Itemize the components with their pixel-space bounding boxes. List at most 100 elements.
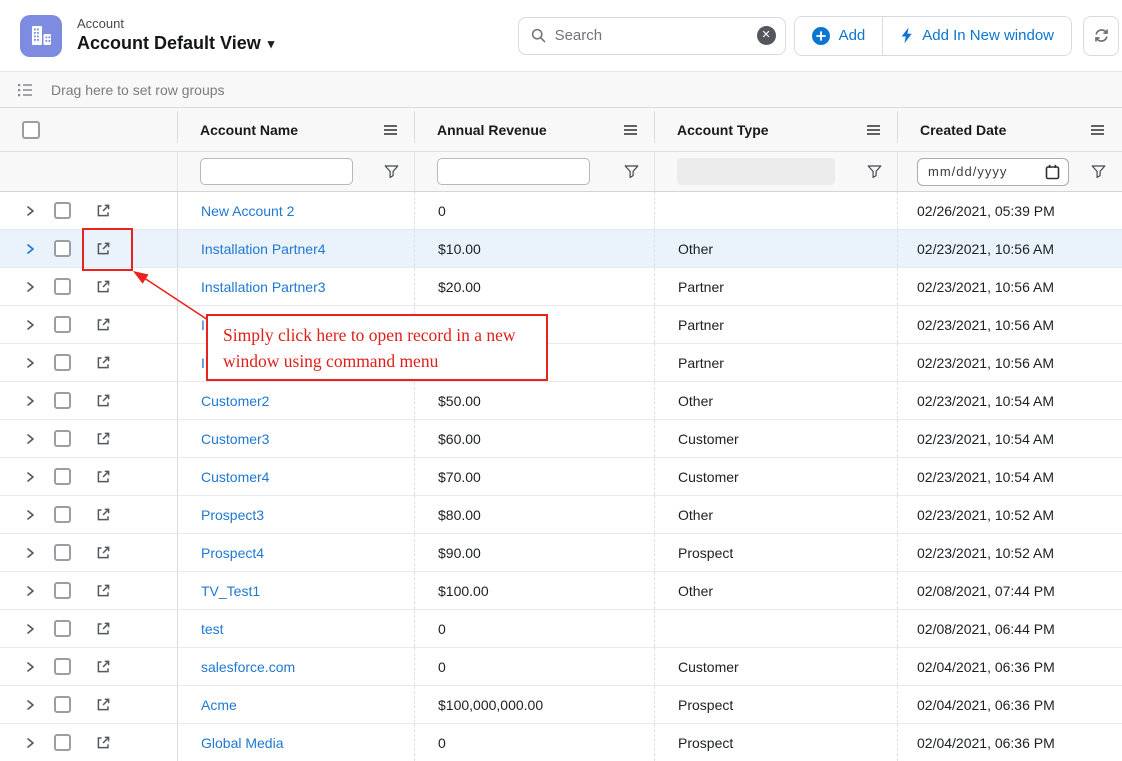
open-in-new-window-icon[interactable]	[95, 734, 112, 751]
expand-chevron-icon[interactable]	[26, 661, 35, 673]
column-header-name[interactable]: Account Name	[178, 108, 415, 151]
row-checkbox[interactable]	[54, 734, 71, 751]
account-name-link[interactable]: salesforce.com	[201, 659, 295, 675]
table-row[interactable]: salesforce.com 0 Customer 02/04/2021, 06…	[0, 648, 1122, 686]
account-name-link[interactable]: Customer4	[201, 469, 269, 485]
filter-funnel-icon[interactable]	[384, 165, 399, 179]
account-name-link[interactable]: test	[201, 621, 224, 637]
table-row[interactable]: Acme $100,000,000.00 Prospect 02/04/2021…	[0, 686, 1122, 724]
filter-funnel-icon[interactable]	[624, 165, 639, 179]
column-header-date[interactable]: Created Date	[898, 108, 1122, 151]
row-checkbox[interactable]	[54, 620, 71, 637]
open-in-new-window-icon[interactable]	[95, 202, 112, 219]
table-row[interactable]: Customer3 $60.00 Customer 02/23/2021, 10…	[0, 420, 1122, 458]
row-checkbox[interactable]	[54, 278, 71, 295]
expand-chevron-icon[interactable]	[26, 357, 35, 369]
column-menu-icon[interactable]	[383, 124, 398, 136]
table-row[interactable]: New Account 2 0 02/26/2021, 05:39 PM	[0, 192, 1122, 230]
table-row[interactable]: Customer4 $70.00 Customer 02/23/2021, 10…	[0, 458, 1122, 496]
expand-chevron-icon[interactable]	[26, 623, 35, 635]
table-row[interactable]: Customer2 $50.00 Other 02/23/2021, 10:54…	[0, 382, 1122, 420]
filter-funnel-icon[interactable]	[1091, 165, 1106, 179]
table-row[interactable]: Prospect3 $80.00 Other 02/23/2021, 10:52…	[0, 496, 1122, 534]
refresh-button[interactable]	[1083, 16, 1119, 56]
account-name-link[interactable]: I	[201, 355, 205, 371]
row-checkbox[interactable]	[54, 544, 71, 561]
table-row[interactable]: Installation Partner3 $20.00 Partner 02/…	[0, 268, 1122, 306]
row-checkbox[interactable]	[54, 354, 71, 371]
open-in-new-window-icon[interactable]	[95, 582, 112, 599]
search-box[interactable]: ✕	[518, 17, 786, 55]
open-in-new-window-icon[interactable]	[95, 658, 112, 675]
table-row[interactable]: Installation Partner4 $10.00 Other 02/23…	[0, 230, 1122, 268]
calendar-icon[interactable]	[1045, 164, 1060, 180]
open-in-new-window-icon[interactable]	[95, 468, 112, 485]
table-row[interactable]: Global Media 0 Prospect 02/04/2021, 06:3…	[0, 724, 1122, 761]
row-checkbox[interactable]	[54, 582, 71, 599]
account-name-link[interactable]: Acme	[201, 697, 237, 713]
table-row[interactable]: I Partner 02/23/2021, 10:56 AM	[0, 344, 1122, 382]
row-checkbox[interactable]	[54, 658, 71, 675]
search-input[interactable]	[555, 27, 748, 44]
annual-revenue-filter-input[interactable]	[437, 158, 590, 185]
filter-funnel-icon[interactable]	[867, 165, 882, 179]
open-in-new-window-icon[interactable]	[95, 696, 112, 713]
row-checkbox[interactable]	[54, 316, 71, 333]
row-groups-drop-zone[interactable]: Drag here to set row groups	[0, 72, 1122, 108]
add-in-new-window-button[interactable]: Add In New window	[883, 17, 1071, 55]
account-name-link[interactable]: New Account 2	[201, 203, 294, 219]
select-all-checkbox[interactable]	[22, 121, 40, 139]
expand-chevron-icon[interactable]	[26, 433, 35, 445]
account-name-link[interactable]: Customer3	[201, 431, 269, 447]
created-date-filter-input[interactable]: mm/dd/yyyy	[917, 158, 1069, 186]
row-checkbox[interactable]	[54, 468, 71, 485]
row-checkbox[interactable]	[54, 240, 71, 257]
expand-chevron-icon[interactable]	[26, 585, 35, 597]
view-title-dropdown[interactable]: Account Default View ▾	[77, 32, 274, 55]
column-header-revenue[interactable]: Annual Revenue	[415, 108, 655, 151]
column-menu-icon[interactable]	[1090, 124, 1105, 136]
expand-chevron-icon[interactable]	[26, 395, 35, 407]
add-button[interactable]: Add	[795, 17, 883, 55]
account-name-link[interactable]: I	[201, 317, 205, 333]
account-name-link[interactable]: TV_Test1	[201, 583, 260, 599]
account-name-link[interactable]: Customer2	[201, 393, 269, 409]
expand-chevron-icon[interactable]	[26, 243, 35, 255]
row-checkbox[interactable]	[54, 430, 71, 447]
expand-chevron-icon[interactable]	[26, 281, 35, 293]
open-in-new-window-icon[interactable]	[95, 392, 112, 409]
row-checkbox[interactable]	[54, 506, 71, 523]
account-name-filter-input[interactable]	[200, 158, 353, 185]
column-header-type[interactable]: Account Type	[655, 108, 898, 151]
account-name-link[interactable]: Prospect3	[201, 507, 264, 523]
expand-chevron-icon[interactable]	[26, 737, 35, 749]
row-checkbox[interactable]	[54, 392, 71, 409]
open-in-new-window-icon[interactable]	[95, 240, 112, 257]
open-in-new-window-icon[interactable]	[95, 354, 112, 371]
open-in-new-window-icon[interactable]	[95, 506, 112, 523]
account-name-link[interactable]: Installation Partner4	[201, 241, 326, 257]
clear-search-icon[interactable]: ✕	[757, 26, 776, 45]
expand-chevron-icon[interactable]	[26, 319, 35, 331]
account-name-link[interactable]: Installation Partner3	[201, 279, 326, 295]
expand-chevron-icon[interactable]	[26, 547, 35, 559]
open-in-new-window-icon[interactable]	[95, 278, 112, 295]
table-row[interactable]: TV_Test1 $100.00 Other 02/08/2021, 07:44…	[0, 572, 1122, 610]
row-checkbox[interactable]	[54, 202, 71, 219]
expand-chevron-icon[interactable]	[26, 509, 35, 521]
open-in-new-window-icon[interactable]	[95, 544, 112, 561]
open-in-new-window-icon[interactable]	[95, 316, 112, 333]
account-name-link[interactable]: Prospect4	[201, 545, 264, 561]
open-in-new-window-icon[interactable]	[95, 430, 112, 447]
table-row[interactable]: test 0 02/08/2021, 06:44 PM	[0, 610, 1122, 648]
account-name-link[interactable]: Global Media	[201, 735, 284, 751]
table-row[interactable]: Prospect4 $90.00 Prospect 02/23/2021, 10…	[0, 534, 1122, 572]
row-checkbox[interactable]	[54, 696, 71, 713]
expand-chevron-icon[interactable]	[26, 471, 35, 483]
column-menu-icon[interactable]	[623, 124, 638, 136]
expand-chevron-icon[interactable]	[26, 699, 35, 711]
column-menu-icon[interactable]	[866, 124, 881, 136]
expand-chevron-icon[interactable]	[26, 205, 35, 217]
open-in-new-window-icon[interactable]	[95, 620, 112, 637]
table-row[interactable]: I Partner 02/23/2021, 10:56 AM	[0, 306, 1122, 344]
